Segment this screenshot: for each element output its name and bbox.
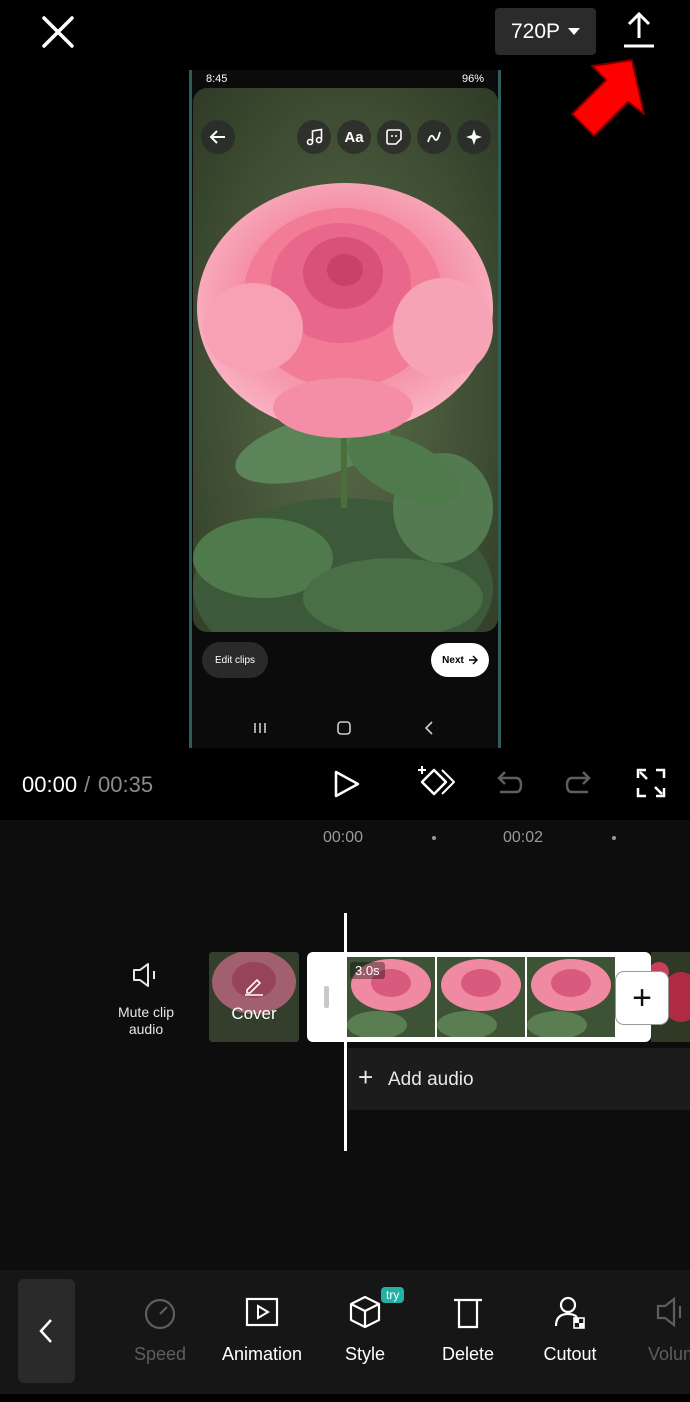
back-nav-icon (424, 721, 433, 735)
status-time: 8:45 (206, 73, 228, 85)
add-clip-button[interactable]: + (616, 972, 668, 1024)
timeline-dot (612, 836, 616, 840)
music-note-icon[interactable] (297, 120, 331, 154)
toolbar-label: Delete (441, 1344, 495, 1364)
clip-frame (437, 957, 525, 1037)
style-cube-icon (349, 1295, 381, 1329)
draw-squiggle-icon[interactable] (417, 120, 451, 154)
rose-photo: Aa (193, 88, 498, 632)
pencil-edit-icon (245, 978, 263, 996)
add-audio-track[interactable]: + Add audio (348, 1048, 690, 1110)
timeline-tick: 00:02 (503, 829, 544, 846)
toolbar-label: Volum (647, 1344, 690, 1364)
total-time: 00:35 (98, 772, 154, 797)
phone-status-bar: 8:45 96% (192, 70, 498, 90)
undo-icon[interactable] (492, 768, 524, 800)
toolbar-back-button[interactable] (18, 1279, 75, 1383)
caret-down-icon (568, 28, 581, 35)
chevron-left-icon (39, 1319, 52, 1343)
toolbar-label: Animation (221, 1344, 303, 1364)
video-clip[interactable]: 3.0s (307, 952, 651, 1042)
rose-image (193, 183, 493, 632)
toolbar-volume[interactable]: Volum (618, 1290, 690, 1380)
animation-icon (245, 1297, 279, 1327)
cover-button[interactable]: Cover (209, 952, 299, 1042)
sticker-icon[interactable] (377, 120, 411, 154)
back-arrow-icon[interactable] (201, 120, 235, 154)
timeline-dot (432, 836, 436, 840)
speaker-mute-icon[interactable] (131, 962, 161, 988)
video-preview[interactable]: 8:45 96% Aa Edit clips Next (189, 70, 501, 748)
timeline-tick: 00:00 (323, 829, 364, 846)
time-separator: / (84, 772, 91, 797)
cutout-icon (554, 1296, 585, 1329)
trash-icon (454, 1298, 482, 1329)
volume-icon (656, 1296, 682, 1328)
cover-label: Cover (231, 1004, 277, 1023)
toolbar-delete[interactable]: Delete (413, 1290, 523, 1380)
clip-trim-handle[interactable] (324, 986, 329, 1008)
speed-icon (144, 1298, 176, 1330)
edit-clips-button[interactable]: Edit clips (202, 642, 268, 678)
home-icon (337, 721, 351, 735)
add-audio-label: Add audio (388, 1069, 474, 1090)
phone-nav-bar (254, 721, 433, 735)
clip-frame (527, 957, 615, 1037)
clip-duration-badge: 3.0s (350, 962, 385, 979)
recent-apps-icon (254, 723, 266, 733)
try-badge: try (381, 1287, 405, 1303)
keyframe-add-icon[interactable] (414, 764, 456, 802)
playhead[interactable] (344, 913, 347, 1151)
red-annotation-arrow-icon (571, 59, 645, 137)
close-icon[interactable] (38, 12, 78, 52)
text-aa-icon[interactable]: Aa (337, 120, 371, 154)
sparkle-effects-icon[interactable] (457, 120, 491, 154)
toolbar-style[interactable]: Style (310, 1290, 420, 1380)
play-icon[interactable] (330, 768, 362, 800)
toolbar-label: Cutout (543, 1344, 597, 1364)
toolbar-label: Speed (133, 1344, 187, 1364)
next-button[interactable]: Next (431, 643, 489, 677)
toolbar-cutout[interactable]: Cutout (515, 1290, 625, 1380)
bottom-edge (0, 1394, 690, 1402)
toolbar-animation[interactable]: Animation (207, 1290, 317, 1380)
current-time: 00:00 (22, 772, 78, 797)
arrow-right-icon (468, 655, 478, 665)
toolbar-label: Style (344, 1344, 386, 1364)
toolbar-speed[interactable]: Speed (105, 1290, 215, 1380)
resolution-label: 720P (510, 19, 561, 43)
export-upload-icon[interactable] (618, 10, 660, 50)
redo-icon[interactable] (564, 768, 596, 800)
mute-clip-audio-label[interactable]: Mute clip audio (106, 1004, 186, 1038)
next-button-label: Next (442, 654, 464, 666)
status-battery: 96% (461, 73, 484, 85)
fullscreen-icon[interactable] (636, 768, 666, 798)
cover-thumbnail (209, 952, 299, 1042)
plus-icon: + (358, 1062, 374, 1092)
resolution-dropdown[interactable]: 720P (495, 8, 596, 55)
